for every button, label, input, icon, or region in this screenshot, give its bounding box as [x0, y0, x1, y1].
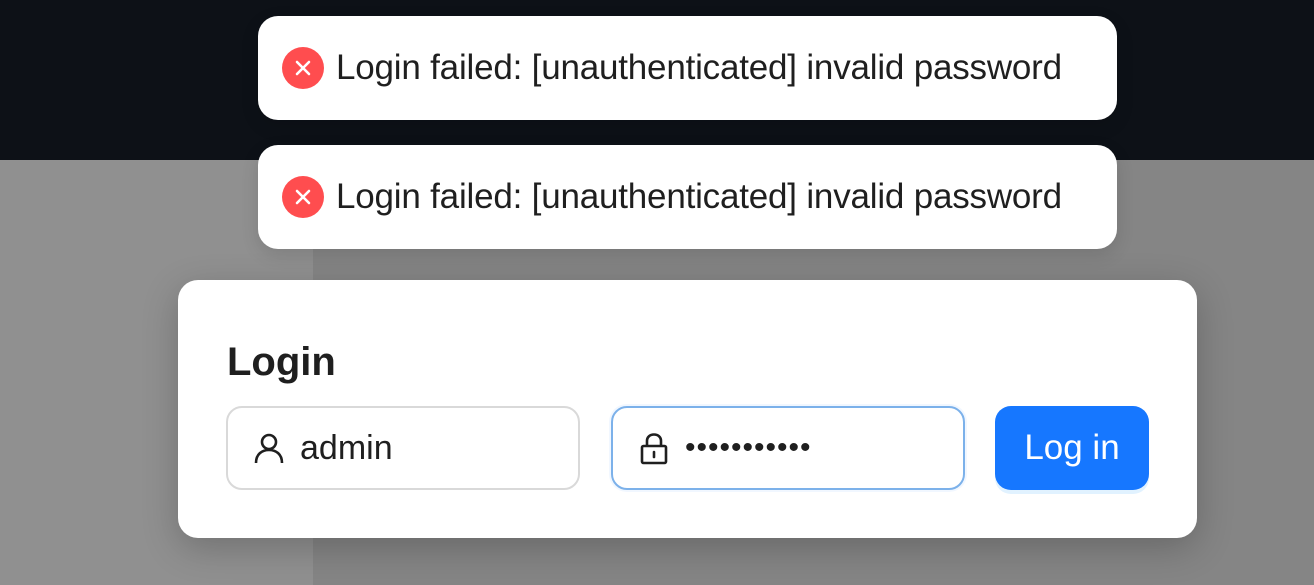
notification-message: Login failed: [unauthenticated] invalid … — [336, 177, 1062, 216]
login-button[interactable]: Log in — [995, 406, 1149, 490]
username-input[interactable] — [300, 428, 570, 468]
login-card: Login Log in — [178, 280, 1197, 538]
user-icon — [252, 431, 286, 465]
password-field[interactable] — [611, 406, 965, 490]
lock-icon — [637, 431, 671, 465]
error-notification: Login failed: [unauthenticated] invalid … — [258, 16, 1117, 120]
close-circle-icon — [282, 47, 324, 89]
login-title: Login — [227, 340, 336, 384]
notification-message: Login failed: [unauthenticated] invalid … — [336, 48, 1062, 87]
error-notification: Login failed: [unauthenticated] invalid … — [258, 145, 1117, 249]
close-circle-icon — [282, 176, 324, 218]
username-field[interactable] — [226, 406, 580, 490]
password-input[interactable] — [685, 431, 955, 465]
